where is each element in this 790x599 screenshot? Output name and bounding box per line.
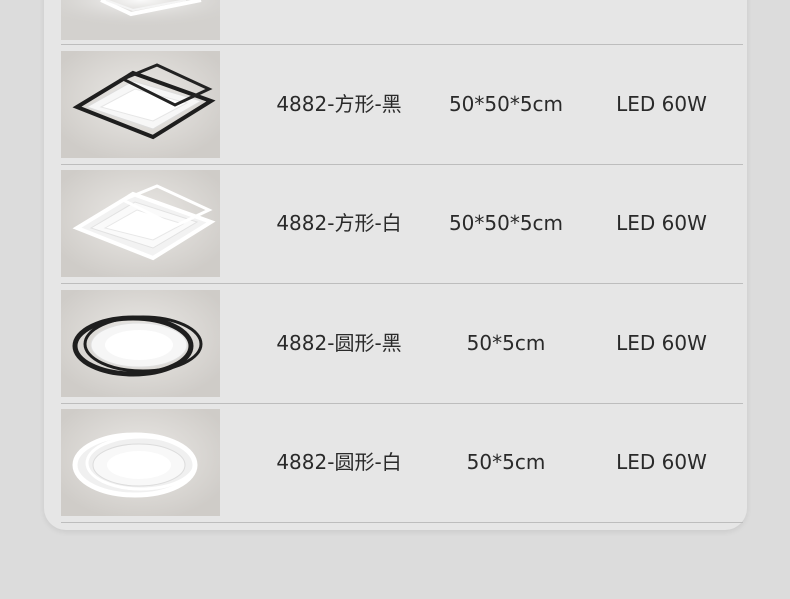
square-white-lamp-icon [61,170,220,277]
table-row: 4882-方形-黑 50*50*5cm LED 60W [61,45,743,163]
round-white-lamp-icon [61,409,220,516]
round-black-lamp-icon [61,290,220,397]
model-name: 4882-方形-黑 [276,92,402,116]
model-name: 4882-圆形-黑 [276,331,402,355]
model-name: 4882-方形-白 [276,211,402,235]
product-size: 50*50*5cm [448,211,564,235]
table-row: 4882-圆形-白 50*5cm LED 60W [61,403,743,521]
table-row: 4882-方形-白 50*50*5cm LED 60W [61,164,743,282]
previous-product-image [61,0,220,40]
product-power: LED 60W [616,211,707,235]
product-power: LED 60W [616,331,707,355]
product-power: LED 60W [616,92,707,116]
product-size: 50*50*5cm [448,92,564,116]
product-size: 50*5cm [466,450,546,474]
product-power: LED 60W [616,450,707,474]
row-divider [61,522,743,523]
table-row: 4882-圆形-黑 50*5cm LED 60W [61,284,743,402]
square-black-lamp-icon [61,51,220,158]
model-name: 4882-圆形-白 [276,450,402,474]
product-size: 50*5cm [466,331,546,355]
